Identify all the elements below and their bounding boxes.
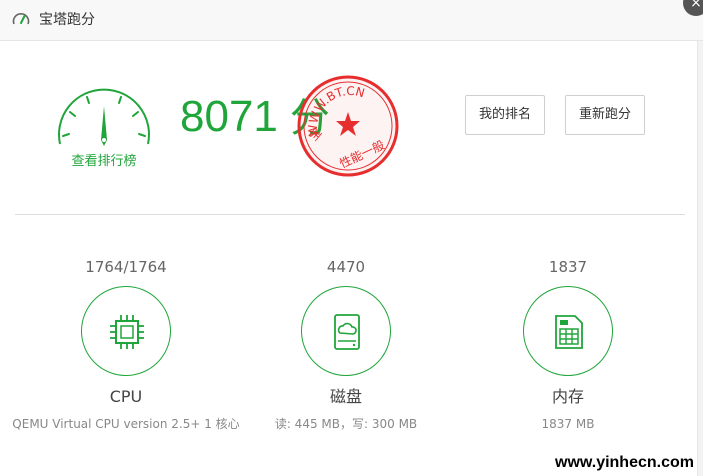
view-leaderboard-link[interactable]: 查看排行榜 bbox=[52, 150, 156, 169]
cpu-icon-circle bbox=[81, 286, 171, 376]
memory-icon-circle bbox=[523, 286, 613, 376]
divider bbox=[15, 214, 685, 215]
disk-detail: 读: 445 MB，写: 300 MB bbox=[274, 417, 418, 431]
disk-cloud-icon bbox=[334, 314, 360, 350]
rerun-benchmark-button[interactable]: 重新跑分 bbox=[565, 95, 645, 135]
my-ranking-button[interactable]: 我的排名 bbox=[465, 95, 545, 135]
chip-icon bbox=[110, 315, 144, 349]
memory-detail: 1837 MB bbox=[541, 417, 595, 431]
metric-memory: 1837 内存 1837 MB bbox=[448, 256, 688, 432]
disk-score: 4470 bbox=[326, 258, 366, 276]
metric-cpu: 1764/1764 CPU QEMU Virtual CPU version 2… bbox=[6, 256, 246, 432]
scrollbar[interactable] bbox=[697, 41, 703, 476]
memory-label: 内存 bbox=[551, 387, 584, 406]
window-title: 宝塔跑分 bbox=[39, 12, 95, 28]
speedometer-icon bbox=[12, 13, 30, 25]
memory-card-icon bbox=[555, 315, 583, 349]
cpu-score: 1764/1764 bbox=[85, 258, 167, 276]
site-watermark: www.yinhecn.com bbox=[555, 454, 694, 471]
cpu-detail: QEMU Virtual CPU version 2.5+ 1 核心 bbox=[12, 417, 240, 431]
stamp-seal: WWW.BT.CN 宝 性能一般 bbox=[297, 75, 399, 177]
memory-score: 1837 bbox=[548, 258, 588, 276]
cpu-label: CPU bbox=[109, 387, 143, 406]
window-titlebar: 宝塔跑分 bbox=[0, 0, 703, 41]
disk-label: 磁盘 bbox=[329, 387, 362, 406]
score-value: 8071 bbox=[180, 92, 278, 141]
metric-disk: 4470 磁盘 读: 445 MB，写: 300 MB bbox=[226, 256, 466, 432]
disk-icon-circle bbox=[301, 286, 391, 376]
